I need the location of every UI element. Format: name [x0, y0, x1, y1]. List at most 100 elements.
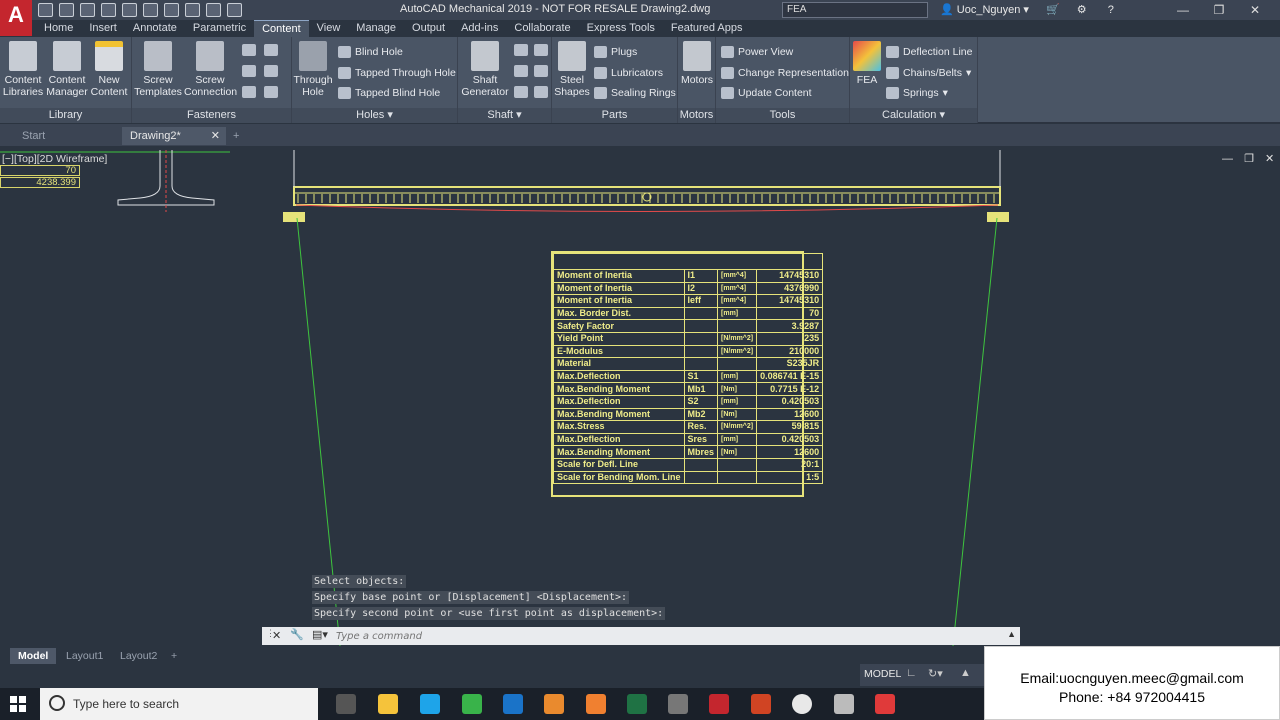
update-content-button[interactable]: Update Content — [721, 85, 812, 101]
tapped-through-hole-button[interactable]: Tapped Through Hole — [338, 65, 456, 81]
undo-icon[interactable] — [185, 3, 200, 17]
redo-icon[interactable] — [206, 3, 221, 17]
fasteners-panel-title[interactable]: Fasteners — [132, 108, 291, 123]
washer-icon[interactable] — [242, 44, 256, 56]
chrome-icon[interactable] — [792, 694, 812, 714]
tab-collaborate[interactable]: Collaborate — [506, 20, 578, 37]
tab-layout2[interactable]: Layout2 — [112, 648, 165, 664]
plugs-button[interactable]: Plugs — [594, 44, 637, 60]
user-account[interactable]: 👤 Uoc_Nguyen ▾ 🛒 ⚙ ? — [940, 3, 1114, 16]
app-green-icon[interactable] — [462, 694, 482, 714]
minimize-icon[interactable]: — — [1168, 2, 1198, 18]
plot-icon[interactable] — [164, 3, 179, 17]
snap-icon[interactable]: ↻▾ — [928, 667, 943, 680]
change-representation-button[interactable]: Change Representation — [721, 65, 849, 81]
steel-shapes-button[interactable]: Steel Shapes — [554, 41, 590, 98]
viewport-close-icon[interactable]: ✕ — [1265, 153, 1274, 165]
motors-panel-title[interactable]: Motors — [678, 108, 715, 123]
tab-home[interactable]: Home — [36, 20, 81, 37]
tab-view[interactable]: View — [309, 20, 349, 37]
springs-button[interactable]: Springs ▾ — [886, 85, 948, 101]
outlook-icon[interactable] — [503, 694, 523, 714]
tab-layout1[interactable]: Layout1 — [58, 648, 111, 664]
shaft-generator-button[interactable]: Shaft Generator — [460, 41, 510, 98]
tab-start[interactable]: Start — [14, 127, 120, 145]
help-icon[interactable]: ? — [1108, 4, 1114, 16]
new-tab-button[interactable]: + — [230, 127, 246, 145]
calculation-panel-title[interactable]: Calculation ▾ — [850, 108, 977, 123]
tab-featured-apps[interactable]: Featured Apps — [663, 20, 751, 37]
autocad-logo-icon[interactable]: A — [0, 0, 32, 36]
bolt-icon[interactable] — [264, 86, 278, 98]
tools-panel-title[interactable]: Tools — [716, 108, 849, 123]
tab-annotate[interactable]: Annotate — [125, 20, 185, 37]
holes-panel-title[interactable]: Holes ▾ — [292, 108, 457, 123]
parts-panel-title[interactable]: Parts — [552, 108, 677, 123]
tab-content[interactable]: Content — [254, 20, 309, 37]
workspace-icon[interactable] — [227, 3, 242, 17]
motors-button[interactable]: Motors — [680, 41, 714, 86]
powerpoint-icon[interactable] — [751, 694, 771, 714]
chains-belts-button[interactable]: Chains/Belts ▾ — [886, 65, 971, 81]
taskbar-search[interactable]: Type here to search — [40, 688, 318, 720]
autocad-taskbar-icon[interactable] — [709, 694, 729, 714]
restore-icon[interactable]: ❐ — [1204, 2, 1234, 18]
ring-icon[interactable] — [264, 65, 278, 77]
app-cloud-icon[interactable] — [834, 694, 854, 714]
command-input[interactable] — [336, 628, 996, 644]
viewport-controls-label[interactable]: [−][Top][2D Wireframe] — [2, 153, 107, 165]
close-tab-icon[interactable]: ✕ — [211, 127, 220, 145]
calculation-results-table[interactable]: Moment of Inertia I1 [mm^4] 14745310 Moment … — [551, 251, 824, 497]
shaft-panel-title[interactable]: Shaft ▾ — [458, 108, 551, 123]
customize-icon[interactable]: 🔧 — [290, 628, 304, 641]
skype-icon[interactable] — [420, 694, 440, 714]
screw-connection-button[interactable]: Screw Connection — [184, 41, 237, 98]
shaft-tool-4-icon[interactable] — [534, 65, 548, 77]
tab-manage[interactable]: Manage — [348, 20, 404, 37]
content-manager-button[interactable]: Content Manager — [44, 41, 90, 98]
tab-express-tools[interactable]: Express Tools — [579, 20, 663, 37]
tapped-blind-hole-button[interactable]: Tapped Blind Hole — [338, 85, 440, 101]
save-icon[interactable] — [80, 3, 95, 17]
tab-add-ins[interactable]: Add-ins — [453, 20, 506, 37]
blind-hole-button[interactable]: Blind Hole — [338, 44, 403, 60]
tab-output[interactable]: Output — [404, 20, 453, 37]
windows-start-icon[interactable] — [10, 696, 26, 712]
search-input[interactable]: FEA — [782, 2, 928, 18]
shaft-tool-6-icon[interactable] — [534, 86, 548, 98]
hex-nut-icon[interactable] — [242, 65, 256, 77]
power-view-button[interactable]: Power View — [721, 44, 793, 60]
save-as-icon[interactable] — [101, 3, 116, 17]
through-hole-button[interactable]: Through Hole — [292, 41, 334, 98]
pin-icon[interactable] — [242, 86, 256, 98]
save-web-icon[interactable] — [143, 3, 158, 17]
cart-icon[interactable]: 🛒 — [1046, 4, 1060, 16]
app-orange-icon[interactable] — [544, 694, 564, 714]
content-libraries-button[interactable]: Content Libraries — [2, 41, 44, 98]
excel-icon[interactable] — [627, 694, 647, 714]
close-icon[interactable]: ✕ — [1240, 2, 1270, 18]
app-orange2-icon[interactable] — [586, 694, 606, 714]
viewport-minimize-icon[interactable]: — — [1222, 153, 1233, 165]
sealing-rings-button[interactable]: Sealing Rings — [594, 85, 676, 101]
screw-templates-button[interactable]: Screw Templates — [134, 41, 182, 98]
fea-button[interactable]: FEA — [852, 41, 882, 86]
shaft-tool-3-icon[interactable] — [514, 65, 528, 77]
tab-parametric[interactable]: Parametric — [185, 20, 254, 37]
recent-commands-icon[interactable]: ▤▾ — [312, 628, 328, 641]
grid-icon[interactable]: ∟ — [906, 667, 917, 679]
nut-icon[interactable] — [264, 44, 278, 56]
app-red-icon[interactable] — [875, 694, 895, 714]
lubricators-button[interactable]: Lubricators — [594, 65, 663, 81]
model-space-button[interactable]: MODEL — [864, 668, 901, 680]
deflection-line-button[interactable]: Deflection Line — [886, 44, 972, 60]
open-file-icon[interactable] — [59, 3, 74, 17]
calculator-icon[interactable] — [668, 694, 688, 714]
new-content-button[interactable]: New Content — [90, 41, 128, 98]
library-panel-title[interactable]: Library — [0, 108, 131, 123]
shaft-tool-5-icon[interactable] — [514, 86, 528, 98]
shaft-tool-1-icon[interactable] — [514, 44, 528, 56]
ortho-icon[interactable]: ▲ — [960, 667, 971, 679]
file-explorer-icon[interactable] — [378, 694, 398, 714]
open-web-icon[interactable] — [122, 3, 137, 17]
